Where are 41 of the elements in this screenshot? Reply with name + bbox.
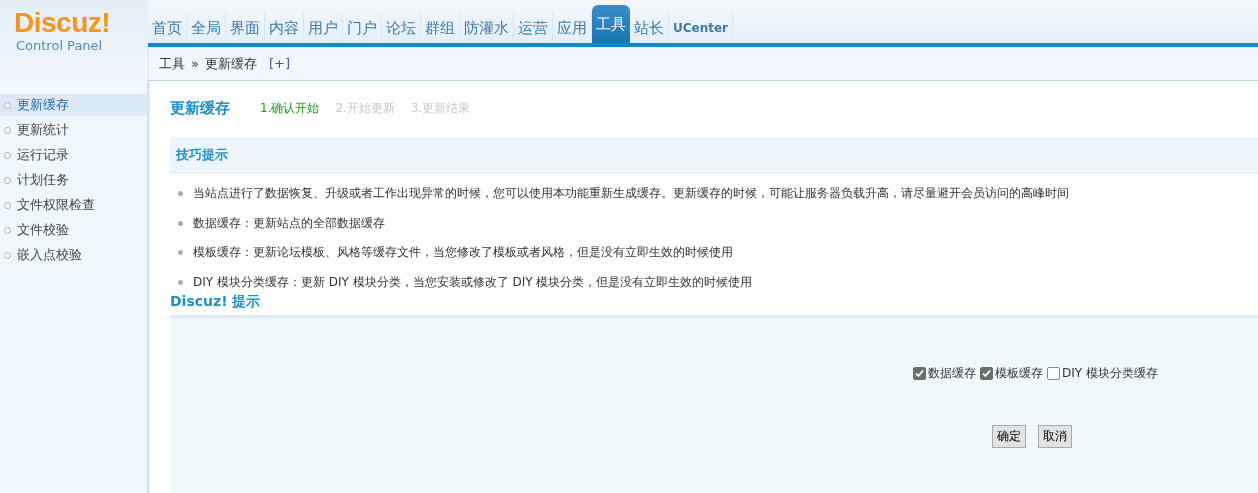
circle-icon bbox=[4, 251, 11, 259]
circle-icon bbox=[4, 126, 11, 134]
bullet-icon bbox=[178, 279, 183, 285]
tip-text: DIY 模块分类缓存：更新 DIY 模块分类，当您安装或修改了 DIY 模块分类，但是没有立即生效的时候使用 bbox=[193, 273, 753, 291]
checkbox[interactable] bbox=[980, 367, 994, 380]
tips-title: 技巧提示 bbox=[176, 145, 228, 164]
tip-text: 当站点进行了数据恢复、升级或者工作出现异常的时候，您可以使用本功能重新生成缓存。更新缓存的时候，可能让服务器负载升高，请尽量避开会员访问的高峰时间 bbox=[193, 185, 1069, 203]
sidebar-item[interactable]: 嵌入点校验 bbox=[0, 244, 147, 266]
logo-title: Discuz! bbox=[14, 8, 111, 38]
circle-icon bbox=[4, 101, 11, 109]
page-title: 更新缓存 bbox=[170, 98, 230, 118]
notice-title: Discuz! 提示 bbox=[170, 293, 261, 311]
step-label: 1.确认开始 bbox=[260, 99, 320, 117]
circle-icon bbox=[4, 176, 11, 184]
tip-text: 数据缓存：更新站点的全部数据缓存 bbox=[193, 214, 385, 232]
sidebar-item[interactable]: 计划任务 bbox=[0, 169, 147, 191]
bullet-icon bbox=[178, 191, 183, 197]
logo-subtitle: Control Panel bbox=[16, 38, 103, 53]
checkbox[interactable] bbox=[1047, 367, 1061, 380]
bullet-icon bbox=[178, 250, 183, 256]
checkbox[interactable] bbox=[913, 367, 927, 380]
tip-text: 模板缓存：更新论坛模板、风格等缓存文件，当您修改了模板或者风格，但是没有立即生效的时候使用 bbox=[193, 244, 733, 262]
nav-tab[interactable]: 工具 bbox=[592, 5, 630, 43]
breadcrumb-link[interactable]: 工具 bbox=[159, 54, 185, 73]
sidebar-item[interactable]: 文件校验 bbox=[0, 219, 147, 241]
cache-option[interactable]: 模板缓存 bbox=[980, 365, 1044, 382]
breadcrumb-current: 更新缓存 bbox=[204, 54, 257, 73]
sidebar-item[interactable]: 更新统计 bbox=[0, 119, 147, 141]
breadcrumb-separator: » bbox=[191, 56, 199, 71]
confirm-button[interactable]: 确定 bbox=[992, 425, 1026, 448]
add-shortcut-link[interactable]: [+] bbox=[268, 56, 290, 71]
bullet-icon bbox=[178, 220, 183, 226]
cache-option[interactable]: 数据缓存 bbox=[913, 365, 977, 382]
circle-icon bbox=[4, 201, 11, 209]
sidebar-item[interactable]: 文件权限检查 bbox=[0, 194, 147, 216]
cancel-button[interactable]: 取消 bbox=[1038, 425, 1072, 448]
cache-option[interactable]: DIY 模块分类缓存 bbox=[1047, 365, 1158, 382]
circle-icon bbox=[4, 151, 11, 159]
sidebar-item[interactable]: 运行记录 bbox=[0, 144, 147, 166]
sidebar-item[interactable]: 更新缓存 bbox=[0, 94, 147, 116]
circle-icon bbox=[4, 226, 11, 234]
